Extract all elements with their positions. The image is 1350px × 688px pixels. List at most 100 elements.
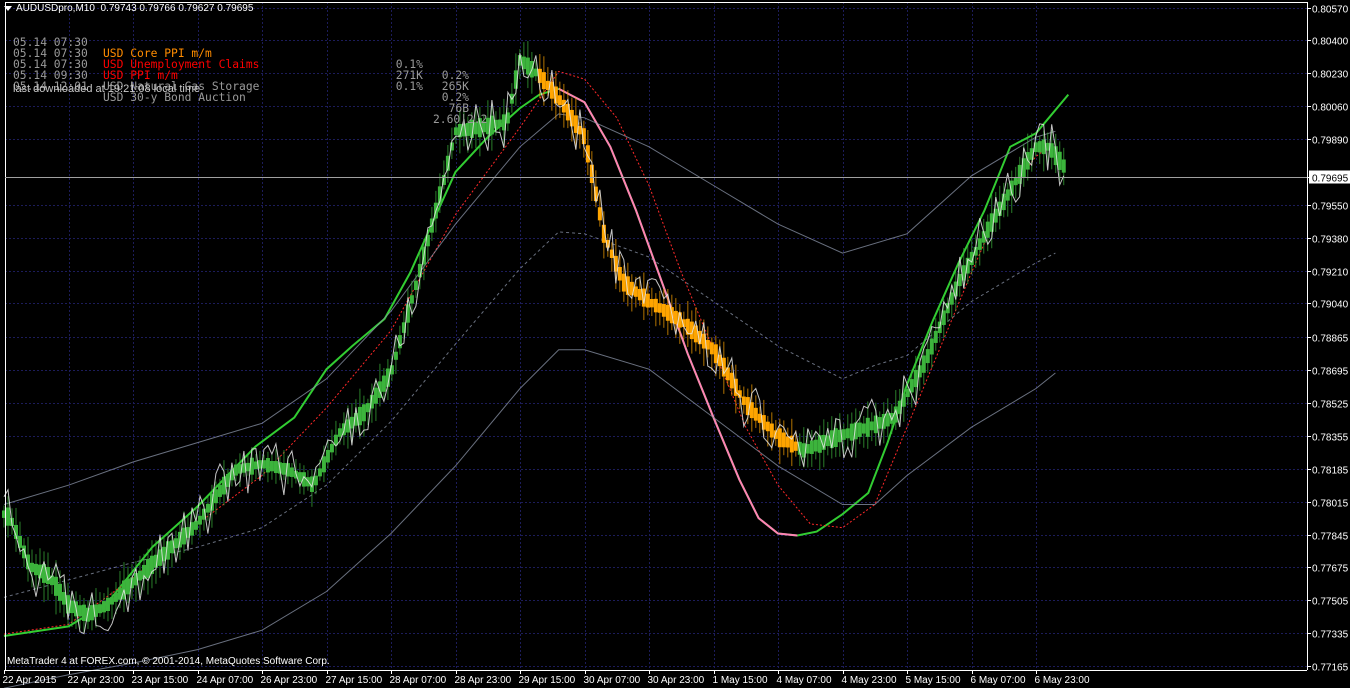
price-bar-body xyxy=(101,601,106,613)
x-tick-label: 29 Apr 15:00 xyxy=(519,675,576,686)
y-tick-label: 0.80230 xyxy=(1312,70,1349,81)
price-bar-body xyxy=(125,578,130,595)
price-bar-body xyxy=(1005,189,1010,201)
price-bar-body xyxy=(329,443,334,453)
chart-menu-triangle-icon[interactable] xyxy=(4,5,12,11)
y-tick-label: 0.77335 xyxy=(1312,630,1349,641)
news-row: 05.14 07:30 USD PPI m/m 0.1% 0.2% xyxy=(13,48,469,103)
news-panel: 05.14 07:30 USD Core PPI m/m 0.1% 0.2% 0… xyxy=(13,26,487,125)
y-tick-label: 0.79040 xyxy=(1312,300,1349,311)
price-bar-body xyxy=(213,489,218,504)
price-bar-body xyxy=(885,413,890,427)
x-tick-label: 4 May 23:00 xyxy=(842,675,897,686)
price-bar-body xyxy=(921,355,926,373)
price-bar-body xyxy=(57,583,62,601)
x-tick-label: 30 Apr 23:00 xyxy=(648,675,705,686)
y-tick-label: 0.77675 xyxy=(1312,564,1349,575)
price-bar-body xyxy=(1037,141,1042,153)
y-tick-label: 0.79890 xyxy=(1312,136,1349,147)
price-bar-body xyxy=(765,421,770,432)
y-tick-label: 0.79380 xyxy=(1312,235,1349,246)
x-tick-label: 28 Apr 23:00 xyxy=(455,675,512,686)
y-tick-label: 0.77165 xyxy=(1312,663,1349,674)
price-bar-body xyxy=(29,562,34,573)
y-tick-label: 0.78865 xyxy=(1312,334,1349,345)
price-bar-body xyxy=(813,439,818,452)
price-bar-body xyxy=(81,604,86,621)
y-tick-label: 0.79210 xyxy=(1312,268,1349,279)
price-bar-body xyxy=(861,423,866,434)
copyright-note: MetaTrader 4 at FOREX.com, © 2001-2014, … xyxy=(7,656,330,667)
x-tick-label: 30 Apr 07:00 xyxy=(584,675,641,686)
price-bar-body xyxy=(1057,151,1062,170)
y-tick-label: 0.79695 xyxy=(1312,174,1349,185)
price-bar-body xyxy=(849,423,854,441)
price-bar-body xyxy=(809,440,814,454)
price-bar-body xyxy=(453,127,458,136)
price-bar-body xyxy=(845,428,850,439)
price-bar-body xyxy=(233,464,238,476)
price-bar-body xyxy=(197,515,202,525)
price-bar-body xyxy=(653,298,658,313)
price-bar-body xyxy=(193,520,198,530)
x-tick-label: 22 Apr 2015 xyxy=(3,675,57,686)
x-tick-label: 27 Apr 15:00 xyxy=(326,675,383,686)
price-bar-body xyxy=(289,467,294,477)
price-bar-body xyxy=(33,563,38,576)
price-bar-body xyxy=(985,221,990,238)
download-note: last downloaded at 19:21:08 local time xyxy=(13,83,201,95)
price-bar-body xyxy=(769,423,774,438)
x-tick-label: 6 May 23:00 xyxy=(1035,675,1090,686)
price-bar-body xyxy=(409,295,414,304)
price-bar-body xyxy=(1013,177,1018,186)
price-bar-body xyxy=(913,369,918,388)
price-bar-body xyxy=(649,299,654,308)
y-tick-label: 0.80060 xyxy=(1312,103,1349,114)
x-tick-label: 24 Apr 07:00 xyxy=(197,675,254,686)
price-bar-body xyxy=(621,273,626,292)
y-tick-label: 0.78695 xyxy=(1312,367,1349,378)
price-bar-body xyxy=(217,484,222,497)
x-tick-label: 23 Apr 15:00 xyxy=(132,675,189,686)
price-bar-body xyxy=(497,119,502,127)
chart-ohlc: 0.79743 0.79766 0.79627 0.79695 xyxy=(100,3,254,14)
x-tick-label: 28 Apr 07:00 xyxy=(390,675,447,686)
price-bar-body xyxy=(741,396,746,405)
y-tick-label: 0.78185 xyxy=(1312,466,1349,477)
price-bar-body xyxy=(709,342,714,355)
y-tick-label: 0.78015 xyxy=(1312,499,1349,510)
price-bar-body xyxy=(817,435,822,453)
price-bar-body xyxy=(673,310,678,325)
price-bar-body xyxy=(113,592,118,602)
price-bar-body xyxy=(525,57,530,75)
price-bar-body xyxy=(413,280,418,291)
price-bar-body xyxy=(361,404,366,422)
y-tick-label: 0.80400 xyxy=(1312,37,1349,48)
x-tick-label: 6 May 07:00 xyxy=(971,675,1026,686)
price-bar-body xyxy=(373,387,378,404)
price-bar-body xyxy=(265,458,270,473)
price-bar-body xyxy=(105,597,110,612)
price-bar-body xyxy=(273,461,278,474)
price-bar-body xyxy=(857,422,862,437)
price-bar-body xyxy=(929,338,934,355)
price-bar-body xyxy=(205,503,210,513)
x-tick-label: 4 May 07:00 xyxy=(777,675,832,686)
price-bar-body xyxy=(781,432,786,448)
news-row: 05.14 07:30 USD Unemployment Claims 271K… xyxy=(13,37,469,92)
news-row: 05.14 07:30 USD Core PPI m/m 0.1% 0.2% xyxy=(13,26,469,81)
price-bar-body xyxy=(349,416,354,429)
news-forecast: 2.60|2.2 xyxy=(433,113,488,126)
price-bar-body xyxy=(325,449,330,463)
price-bar-body xyxy=(1061,159,1066,173)
price-bar-body xyxy=(77,605,82,617)
y-tick-label: 0.79550 xyxy=(1312,202,1349,213)
price-bar-body xyxy=(865,417,870,437)
price-bar-body xyxy=(977,238,982,250)
news-row: 05.14 12:01 USD 30-y Bond Auction 2.60|2… xyxy=(13,70,487,125)
x-tick-label: 22 Apr 23:00 xyxy=(68,675,125,686)
x-tick-label: 26 Apr 23:00 xyxy=(261,675,318,686)
price-bar-body xyxy=(313,475,318,486)
price-bar-body xyxy=(777,428,782,448)
price-bar-body xyxy=(869,421,874,431)
